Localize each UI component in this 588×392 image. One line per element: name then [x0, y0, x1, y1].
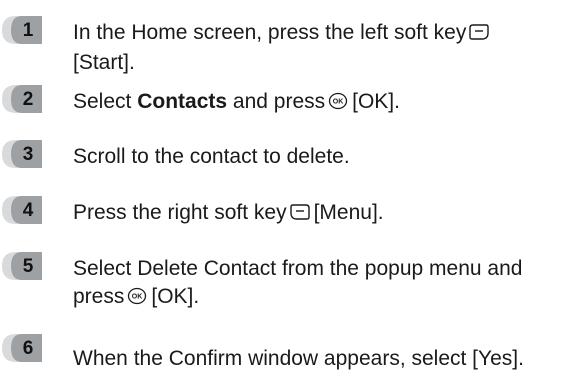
step-text: Press the right soft key [Menu]. — [73, 199, 582, 229]
step-number: 1 — [22, 20, 34, 41]
step-text-part: [Menu]. — [313, 201, 384, 224]
step-number: 3 — [22, 144, 34, 165]
step-text: When the Confirm window appears, select … — [73, 347, 524, 370]
step-text: Select Contacts and press OK [OK]. — [73, 88, 582, 118]
step-number: 6 — [22, 338, 34, 359]
step-text: Scroll to the contact to delete. — [73, 145, 350, 168]
step-badge: 1 — [2, 16, 42, 46]
step-badge: 6 — [2, 334, 42, 364]
step-text-part: In the Home screen, press the left soft … — [73, 21, 467, 44]
step-text-part: [Start]. — [73, 51, 135, 74]
step-text-part: [OK]. — [352, 90, 400, 113]
step-badge: 5 — [2, 252, 42, 282]
svg-text:OK: OK — [333, 99, 344, 106]
step-text: In the Home screen, press the left soft … — [73, 19, 582, 77]
left-soft-key-icon — [469, 21, 490, 49]
step-number: 5 — [22, 256, 34, 277]
svg-text:OK: OK — [132, 294, 143, 301]
step-badge: 3 — [2, 140, 42, 170]
contacts-label: Contacts — [137, 90, 228, 113]
step-text-part: press — [73, 285, 125, 308]
step-text-part: [OK]. — [151, 285, 200, 308]
ok-key-icon: OK — [127, 285, 147, 313]
right-soft-key-icon — [289, 201, 310, 229]
step-text: Select Delete Contact from the popup men… — [73, 255, 582, 313]
step-number: 2 — [22, 89, 34, 110]
ok-key-icon: OK — [328, 90, 348, 118]
step-text-part: Select Delete Contact from the popup men… — [73, 257, 523, 280]
step-badge: 2 — [2, 85, 42, 115]
step-text-part: Select — [73, 90, 138, 113]
step-number: 4 — [22, 200, 34, 221]
instruction-steps: 1 In the Home screen, press the left sof… — [0, 0, 588, 392]
step-text-part: and press — [227, 90, 326, 113]
step-badge: 4 — [2, 196, 42, 226]
step-text-part: Press the right soft key — [73, 201, 287, 224]
